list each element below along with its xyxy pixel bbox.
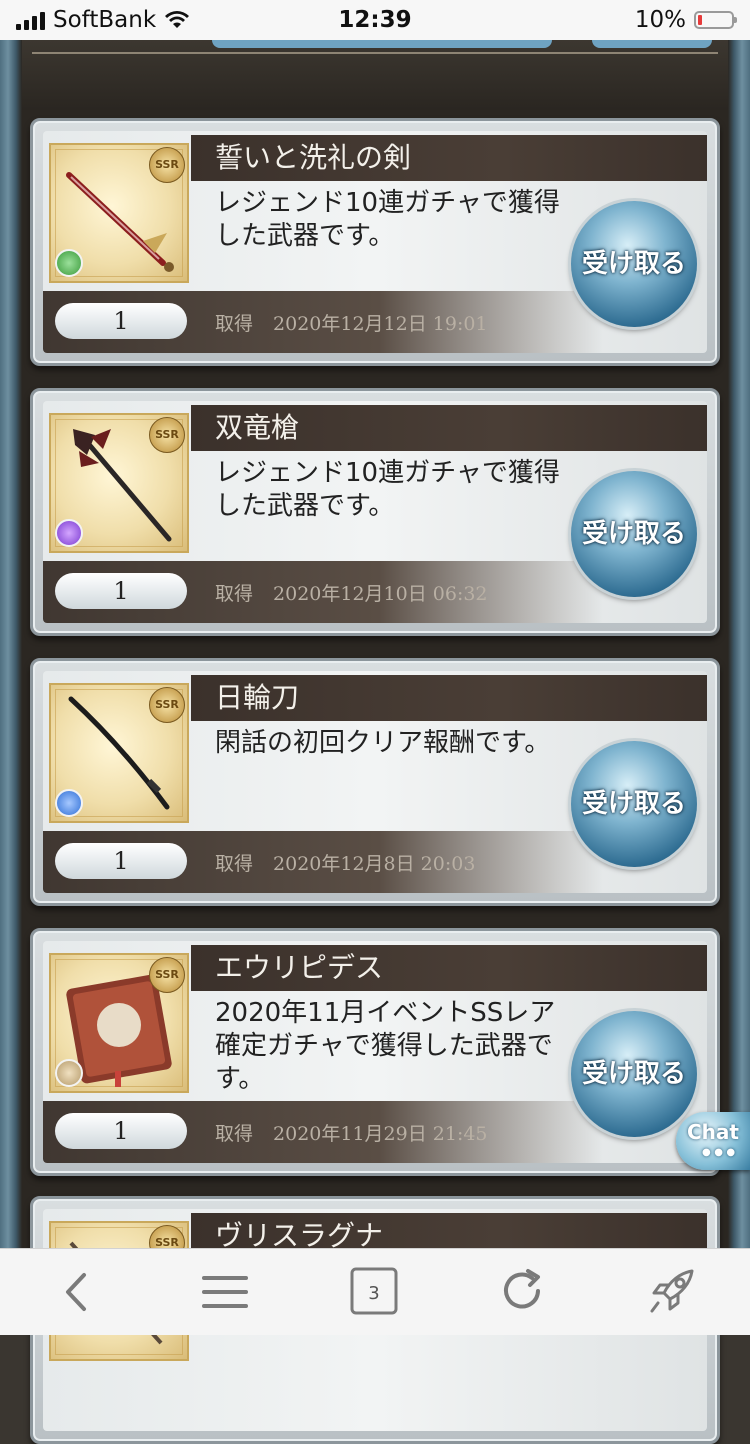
battery-percent: 10% [634, 7, 686, 33]
obtained-info: 取得 2020年12月10日 06:32 [215, 579, 488, 606]
item-thumbnail[interactable]: SSR [49, 143, 189, 283]
rarity-badge: SSR [149, 147, 185, 183]
menu-button[interactable] [194, 1267, 254, 1317]
reload-icon [504, 1269, 540, 1309]
status-bar: SoftBank 12:39 10% [0, 0, 750, 40]
obtained-label: 取得 [215, 853, 254, 875]
obtained-date: 2020年12月10日 06:32 [273, 583, 488, 605]
rocket-icon [650, 1269, 694, 1313]
element-icon [55, 519, 83, 547]
list-header [22, 40, 728, 110]
chevron-left-icon [66, 1273, 86, 1311]
rarity-badge: SSR [149, 957, 185, 993]
item-description: レジェンド10連ガチャで獲得した武器です。 [215, 188, 560, 251]
obtained-info: 取得 2020年11月29日 21:45 [215, 1119, 488, 1146]
quantity-badge: 1 [55, 1113, 187, 1149]
obtained-info: 取得 2020年12月8日 20:03 [215, 849, 475, 876]
quantity-badge: 1 [55, 303, 187, 339]
item-name: 誓いと洗礼の剣 [191, 135, 707, 181]
item-name: エウリピデス [191, 945, 707, 991]
gift-item-card: 日輪刀 SSR 閑話の初回クリア報酬です。 1 取得 2020年12月8日 20:… [30, 658, 720, 906]
chat-dots-icon: ● ● ● [702, 1147, 736, 1158]
tabs-icon: 3 [350, 1267, 398, 1315]
item-info-bar: 1 取得 2020年11月29日 21:45 [43, 1101, 603, 1163]
tabs-button[interactable]: 3 [344, 1267, 404, 1317]
back-button[interactable] [46, 1267, 106, 1317]
item-thumbnail[interactable]: SSR [49, 683, 189, 823]
battery-icon [694, 11, 737, 29]
item-name: 日輪刀 [191, 675, 707, 721]
obtained-label: 取得 [215, 583, 254, 605]
tabs-count: 3 [368, 1283, 379, 1304]
quantity-badge: 1 [55, 573, 187, 609]
receive-button[interactable]: 受け取る [571, 471, 697, 597]
quantity-badge: 1 [55, 843, 187, 879]
element-icon [55, 789, 83, 817]
obtained-date: 2020年11月29日 21:45 [273, 1123, 488, 1145]
receive-button[interactable]: 受け取る [571, 741, 697, 867]
item-description: 2020年11月イベントSSレア確定ガチャで獲得した武器です。 [215, 998, 556, 1094]
item-info-bar: 1 取得 2020年12月12日 19:01 [43, 291, 603, 353]
item-name: 双竜槍 [191, 405, 707, 451]
receive-button[interactable]: 受け取る [571, 1011, 697, 1137]
reload-button[interactable] [494, 1267, 554, 1317]
chat-button[interactable]: Chat ● ● ● [676, 1112, 750, 1170]
hamburger-menu-icon [202, 1276, 248, 1308]
element-icon [55, 249, 83, 277]
gift-item-card: 誓いと洗礼の剣 SSR レジェンド10連ガチャで獲得した武器です。 1 取得 20… [30, 118, 720, 366]
game-frame: 誓いと洗礼の剣 SSR レジェンド10連ガチャで獲得した武器です。 1 取得 20… [0, 40, 750, 1444]
item-thumbnail[interactable]: SSR [49, 413, 189, 553]
obtained-label: 取得 [215, 1123, 254, 1145]
obtained-date: 2020年12月12日 19:01 [273, 313, 488, 335]
chat-label: Chat [687, 1120, 739, 1144]
obtained-label: 取得 [215, 313, 254, 335]
gift-item-card: 双竜槍 SSR レジェンド10連ガチャで獲得した武器です。 1 取得 2020年1… [30, 388, 720, 636]
element-icon [55, 1059, 83, 1087]
browser-toolbar: 3 [0, 1248, 750, 1335]
item-info-bar: 1 取得 2020年12月10日 06:32 [43, 561, 603, 623]
item-info-bar: 1 取得 2020年12月8日 20:03 [43, 831, 603, 893]
item-thumbnail[interactable]: SSR [49, 953, 189, 1093]
gift-item-card: エウリピデス SSR 2020年11月イベントSSレア確定ガチャで獲得した武器で… [30, 928, 720, 1176]
rarity-badge: SSR [149, 417, 185, 453]
item-description: 閑話の初回クリア報酬です。 [215, 728, 551, 758]
receive-button[interactable]: 受け取る [571, 201, 697, 327]
rarity-badge: SSR [149, 687, 185, 723]
rocket-button[interactable] [644, 1267, 704, 1317]
item-description: レジェンド10連ガチャで獲得した武器です。 [215, 458, 560, 521]
obtained-date: 2020年12月8日 20:03 [273, 853, 476, 875]
obtained-info: 取得 2020年12月12日 19:01 [215, 309, 488, 336]
